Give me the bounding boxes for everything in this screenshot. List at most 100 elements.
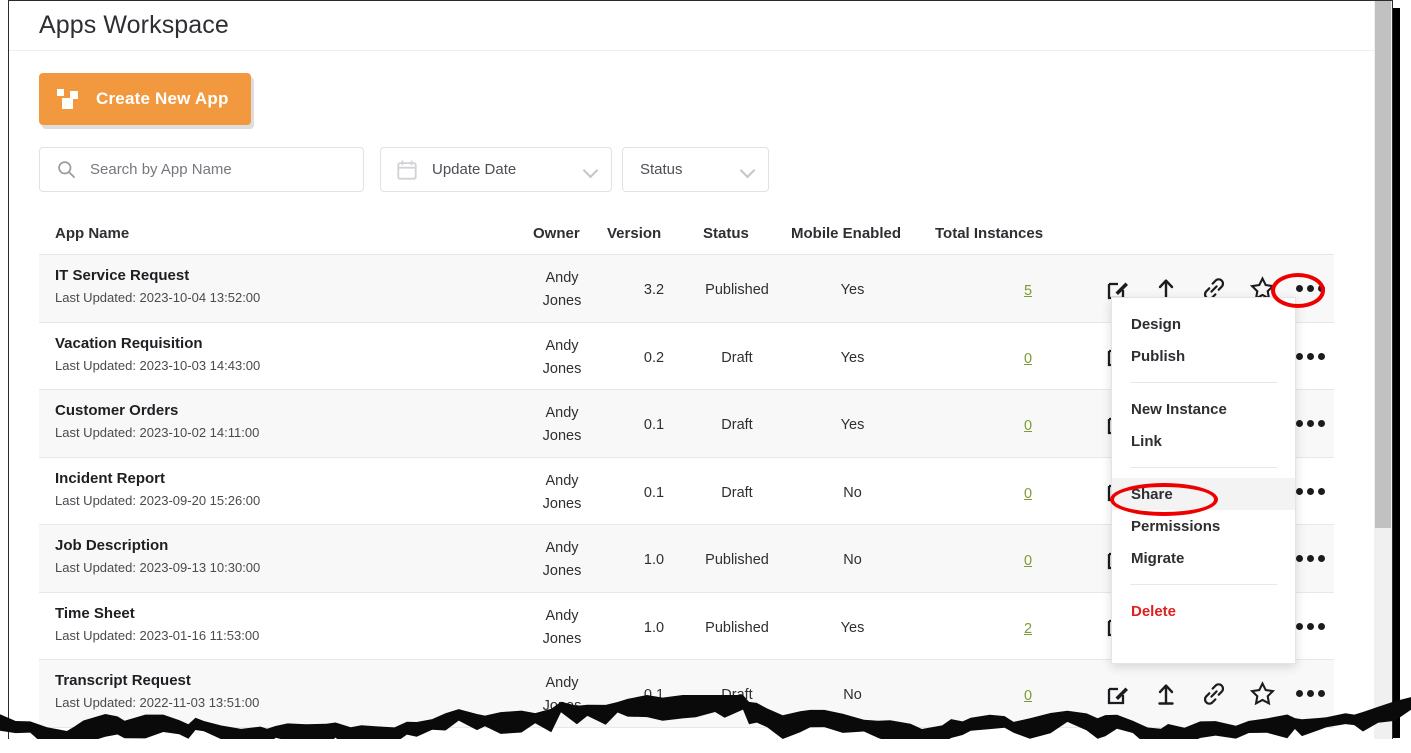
cell-status: Draft [721,687,753,703]
total-instances-link[interactable]: 0 [1024,688,1032,704]
more-options-icon[interactable] [1295,478,1325,504]
cell-owner: Andy Jones [533,672,591,718]
cell-app-name: Vacation Requisition [55,334,203,352]
cell-version: 1.0 [643,619,665,636]
vertical-scrollbar[interactable] [1374,1,1392,745]
cell-total-instances: 0 [967,552,1089,570]
row-context-menu: Design Publish New Instance Link Share Permis… [1111,297,1296,664]
cell-last-updated: Last Updated: 2023-10-02 14:11:00 [55,425,260,440]
owner-first-name: Andy [545,607,579,624]
calendar-icon [397,159,417,180]
page-title: Apps Workspace [39,11,229,39]
more-options-icon[interactable] [1295,681,1325,707]
menu-item-new-instance[interactable]: New Instance [1112,393,1295,425]
total-instances-link[interactable]: 0 [1024,351,1032,367]
cell-last-updated: Last Updated: 2023-10-03 14:43:00 [55,357,261,373]
table-header-row: App Name Owner Version Status Mobile Ena… [39,215,1334,255]
menu-item-migrate[interactable]: Migrate [1112,542,1295,574]
cell-last-updated: Last Updated: 2022-11-03 13:51:00 [55,695,260,710]
window-drop-shadow [1393,8,1400,738]
more-options-icon[interactable] [1295,546,1325,572]
apps-grid-icon [57,88,81,110]
owner-first-name: Andy [545,540,579,556]
owner-last-name: Jones [542,428,582,444]
edit-icon[interactable] [1104,681,1132,707]
cell-version: 1.0 [643,552,665,568]
upload-icon[interactable] [1152,681,1180,707]
owner-last-name: Jones [542,630,582,647]
cell-total-instances: 0 [967,687,1089,705]
link-icon[interactable] [1200,681,1228,707]
cell-last-updated: Last Updated: 2023-01-16 11:53:00 [55,627,260,643]
create-new-app-label: Create New App [96,89,229,108]
owner-first-name: Andy [545,405,579,421]
column-header-mobile-enabled[interactable]: Mobile Enabled [791,225,901,242]
create-new-app-button[interactable]: Create New App [39,73,251,125]
cell-owner: Andy Jones [533,470,591,516]
column-header-status[interactable]: Status [703,225,749,242]
search-input[interactable] [90,161,330,178]
menu-item-permissions[interactable]: Permissions [1112,510,1295,542]
scrollbar-thumb[interactable] [1375,1,1391,528]
menu-separator [1130,382,1277,383]
cell-version: 0.1 [643,417,665,433]
menu-item-design[interactable]: Design [1112,308,1295,340]
menu-separator [1130,467,1277,468]
menu-item-share[interactable]: Share [1112,478,1295,510]
column-header-app-name[interactable]: App Name [55,225,129,242]
owner-last-name: Jones [542,293,582,309]
cell-app-name: Job Description [55,537,169,554]
search-box[interactable] [39,147,364,192]
menu-item-delete[interactable]: Delete [1112,595,1295,627]
cell-last-updated: Last Updated: 2023-09-13 10:30:00 [55,560,261,575]
update-date-filter[interactable]: Update Date [380,147,612,192]
total-instances-link[interactable]: 0 [1024,418,1032,434]
cell-total-instances: 0 [967,350,1089,368]
cell-total-instances: 0 [967,417,1089,435]
cell-status: Published [705,619,769,636]
cell-mobile-enabled: Yes [840,282,865,298]
more-options-icon[interactable] [1295,343,1325,369]
owner-last-name: Jones [542,360,582,377]
menu-separator [1130,584,1277,585]
status-filter[interactable]: Status [622,147,769,192]
star-icon[interactable] [1248,681,1276,707]
cell-app-name: Customer Orders [55,402,179,419]
app-window: Apps Workspace Create New App Update Dat… [8,0,1393,745]
table-row[interactable]: Transcript Request Last Updated: 2022-11-… [39,660,1334,728]
column-header-total-instances[interactable]: Total Instances [935,225,1043,242]
cell-owner: Andy Jones [533,267,591,313]
cell-owner: Andy Jones [533,335,591,381]
more-options-icon[interactable] [1295,411,1325,437]
cell-total-instances: 2 [967,620,1089,638]
total-instances-link[interactable]: 5 [1024,283,1032,299]
cell-mobile-enabled: Yes [840,619,865,636]
cell-version: 0.1 [643,687,665,703]
cell-mobile-enabled: Yes [840,349,865,366]
cell-last-updated: Last Updated: 2023-09-20 15:26:00 [55,492,261,508]
page-header: Apps Workspace [9,1,1392,51]
cell-status: Draft [721,349,753,366]
cell-mobile-enabled: No [843,687,862,703]
menu-item-link[interactable]: Link [1112,425,1295,457]
owner-first-name: Andy [545,472,579,489]
row-actions [1094,660,1334,728]
cell-owner: Andy Jones [533,537,591,583]
total-instances-link[interactable]: 2 [1024,621,1032,637]
menu-item-publish[interactable]: Publish [1112,340,1295,372]
more-options-icon[interactable] [1295,613,1325,639]
column-header-version[interactable]: Version [607,225,661,242]
cell-mobile-enabled: Yes [840,417,865,433]
cell-version: 3.2 [643,282,665,298]
total-instances-link[interactable]: 0 [1024,486,1032,502]
column-header-owner[interactable]: Owner [533,225,580,242]
more-options-icon[interactable] [1295,276,1325,302]
search-icon [58,161,75,178]
owner-first-name: Andy [545,337,579,354]
cell-owner: Andy Jones [533,605,591,651]
cell-mobile-enabled: No [843,484,862,501]
total-instances-link[interactable]: 0 [1024,553,1032,569]
cell-total-instances: 0 [967,485,1089,503]
owner-last-name: Jones [542,495,582,512]
cell-app-name: Incident Report [55,469,166,487]
